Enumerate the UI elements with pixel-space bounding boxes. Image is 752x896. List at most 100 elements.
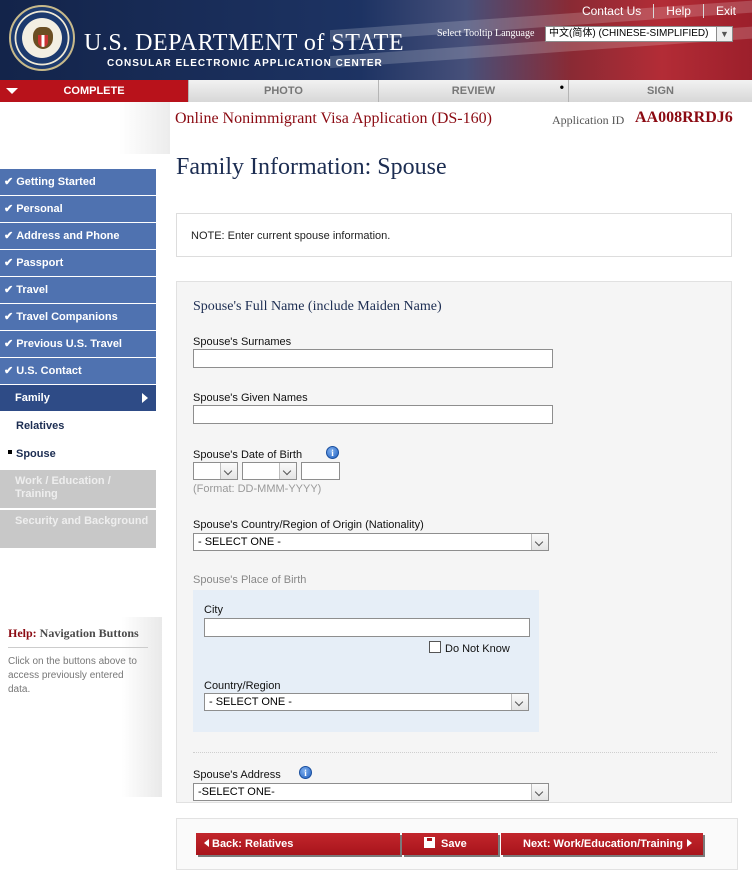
- dob-year-input[interactable]: [301, 462, 340, 480]
- step-sign: SIGN: [569, 80, 752, 102]
- exit-link[interactable]: Exit: [704, 4, 752, 18]
- caret-down-icon: [6, 88, 18, 94]
- save-button[interactable]: Save: [402, 833, 498, 855]
- sidebar-item-travel-companions[interactable]: ✔ Travel Companions: [0, 304, 156, 330]
- sidebar-subitem-label: Spouse: [16, 448, 56, 460]
- form-divider: [193, 752, 717, 753]
- step-review: REVIEW •: [379, 80, 569, 102]
- sidebar-subitem-spouse[interactable]: Spouse: [0, 440, 156, 468]
- sidebar-nav: ✔ Getting Started ✔ Personal ✔ Address a…: [0, 169, 156, 550]
- navigation-button-bar: Back: Relatives Save Next: Work/Educatio…: [176, 818, 738, 870]
- current-bullet-icon: [8, 450, 12, 454]
- sidebar-item-security-and-background: Security and Background: [0, 510, 156, 548]
- sidebar-item-personal[interactable]: ✔ Personal: [0, 196, 156, 222]
- sidebar-subitem-relatives[interactable]: Relatives: [0, 412, 156, 440]
- country-label: Country/Region: [204, 680, 281, 692]
- help-heading: Navigation Buttons: [39, 626, 139, 640]
- checkmark-icon: ✔: [4, 311, 14, 323]
- sidebar-item-label: Passport: [16, 257, 64, 269]
- checkmark-icon: ✔: [4, 203, 14, 215]
- help-divider: [8, 647, 148, 648]
- sidebar-item-travel[interactable]: ✔ Travel: [0, 277, 156, 303]
- surnames-input[interactable]: [193, 349, 553, 368]
- info-icon[interactable]: i: [326, 446, 339, 459]
- save-button-label: Save: [441, 838, 467, 850]
- step-label: SIGN: [647, 85, 674, 97]
- step-label: PHOTO: [264, 85, 303, 97]
- sidebar-item-us-contact[interactable]: ✔ U.S. Contact: [0, 358, 156, 384]
- tooltip-language-select[interactable]: 中文(简体) (CHINESE-SIMPLIFIED) ▼: [545, 26, 733, 42]
- site-header: Contact Us Help Exit U.S. DEPARTMENT of …: [0, 0, 752, 80]
- step-dot-icon: •: [559, 80, 564, 94]
- chevron-down-icon: [511, 694, 528, 710]
- note-text: NOTE: Enter current spouse information.: [191, 230, 391, 242]
- address-select-value: -SELECT ONE-: [198, 786, 275, 798]
- step-label: REVIEW: [451, 85, 496, 97]
- dob-day-select[interactable]: [193, 462, 238, 480]
- sidebar-subitem-label: Relatives: [16, 420, 65, 432]
- chevron-down-icon: [531, 784, 548, 800]
- address-select[interactable]: -SELECT ONE-: [193, 783, 549, 801]
- chevron-down-icon: ▼: [716, 27, 732, 41]
- given-names-input[interactable]: [193, 405, 553, 424]
- sidebar-item-passport[interactable]: ✔ Passport: [0, 250, 156, 276]
- sidebar-item-address-and-phone[interactable]: ✔ Address and Phone: [0, 223, 156, 249]
- checkmark-icon: ✔: [4, 338, 14, 350]
- sidebar-item-label: Travel Companions: [16, 311, 118, 323]
- sidebar-item-label: Getting Started: [16, 176, 96, 188]
- sidebar-item-label: Personal: [16, 203, 63, 215]
- help-title: Help: Navigation Buttons: [8, 626, 139, 641]
- back-button-label: Back: Relatives: [212, 838, 294, 850]
- info-icon[interactable]: i: [299, 766, 312, 779]
- progress-steps: COMPLETE PHOTO REVIEW • SIGN: [0, 80, 752, 102]
- given-names-label: Spouse's Given Names: [193, 392, 308, 404]
- brand-subtitle: CONSULAR ELECTRONIC APPLICATION CENTER: [107, 58, 383, 69]
- help-panel: Help: Navigation Buttons Click on the bu…: [0, 617, 162, 797]
- save-disk-icon: [424, 837, 435, 848]
- step-complete[interactable]: COMPLETE: [0, 80, 189, 102]
- nationality-label: Spouse's Country/Region of Origin (Natio…: [193, 519, 424, 531]
- help-link[interactable]: Help: [654, 4, 704, 18]
- dob-format-hint: (Format: DD-MMM-YYYY): [193, 483, 322, 495]
- chevron-down-icon: [531, 534, 548, 550]
- step-label: COMPLETE: [63, 85, 125, 97]
- sidebar-item-getting-started[interactable]: ✔ Getting Started: [0, 169, 156, 195]
- sidebar-item-label: Work / Education / Training: [15, 475, 111, 500]
- checkmark-icon: ✔: [4, 257, 14, 269]
- city-label: City: [204, 604, 223, 616]
- next-button-label: Next: Work/Education/Training: [523, 838, 683, 850]
- dob-label: Spouse's Date of Birth: [193, 449, 303, 461]
- country-select[interactable]: - SELECT ONE -: [204, 693, 529, 711]
- sidebar-item-family[interactable]: Family: [0, 385, 156, 411]
- do-not-know-checkbox[interactable]: [429, 641, 441, 653]
- department-seal-icon: [9, 5, 75, 71]
- nationality-select-value: - SELECT ONE -: [198, 536, 281, 548]
- next-button[interactable]: Next: Work/Education/Training: [501, 833, 703, 855]
- sidebar-item-label: Previous U.S. Travel: [16, 338, 122, 350]
- contact-us-link[interactable]: Contact Us: [570, 4, 655, 18]
- sidebar-item-label: Security and Background: [15, 515, 149, 527]
- nationality-select[interactable]: - SELECT ONE -: [193, 533, 549, 551]
- dob-month-select[interactable]: [242, 462, 297, 480]
- top-links: Contact Us Help Exit: [570, 2, 752, 20]
- city-input[interactable]: [204, 618, 530, 637]
- back-button[interactable]: Back: Relatives: [196, 833, 400, 855]
- sidebar-item-label: Family: [15, 392, 50, 404]
- address-label: Spouse's Address: [193, 769, 281, 781]
- note-box: NOTE: Enter current spouse information.: [176, 213, 732, 257]
- checkmark-icon: ✔: [4, 230, 14, 242]
- sidebar-item-previous-us-travel[interactable]: ✔ Previous U.S. Travel: [0, 331, 156, 357]
- brand-title: U.S. DEPARTMENT of STATE: [84, 30, 405, 56]
- help-text: Click on the buttons above to access pre…: [8, 656, 137, 695]
- surnames-label: Spouse's Surnames: [193, 336, 292, 348]
- section-title: Spouse's Full Name (include Maiden Name): [193, 299, 442, 314]
- sidebar-item-label: Address and Phone: [16, 230, 120, 242]
- place-of-birth-label: Spouse's Place of Birth: [193, 574, 307, 586]
- sidebar-item-label: U.S. Contact: [16, 365, 82, 377]
- sidebar-item-label: Travel: [16, 284, 49, 296]
- arrow-right-icon: [686, 839, 692, 847]
- tooltip-language-value: 中文(简体) (CHINESE-SIMPLIFIED): [549, 28, 709, 39]
- step-photo: PHOTO: [189, 80, 379, 102]
- spouse-form: Spouse's Full Name (include Maiden Name)…: [176, 281, 732, 803]
- checkmark-icon: ✔: [4, 284, 14, 296]
